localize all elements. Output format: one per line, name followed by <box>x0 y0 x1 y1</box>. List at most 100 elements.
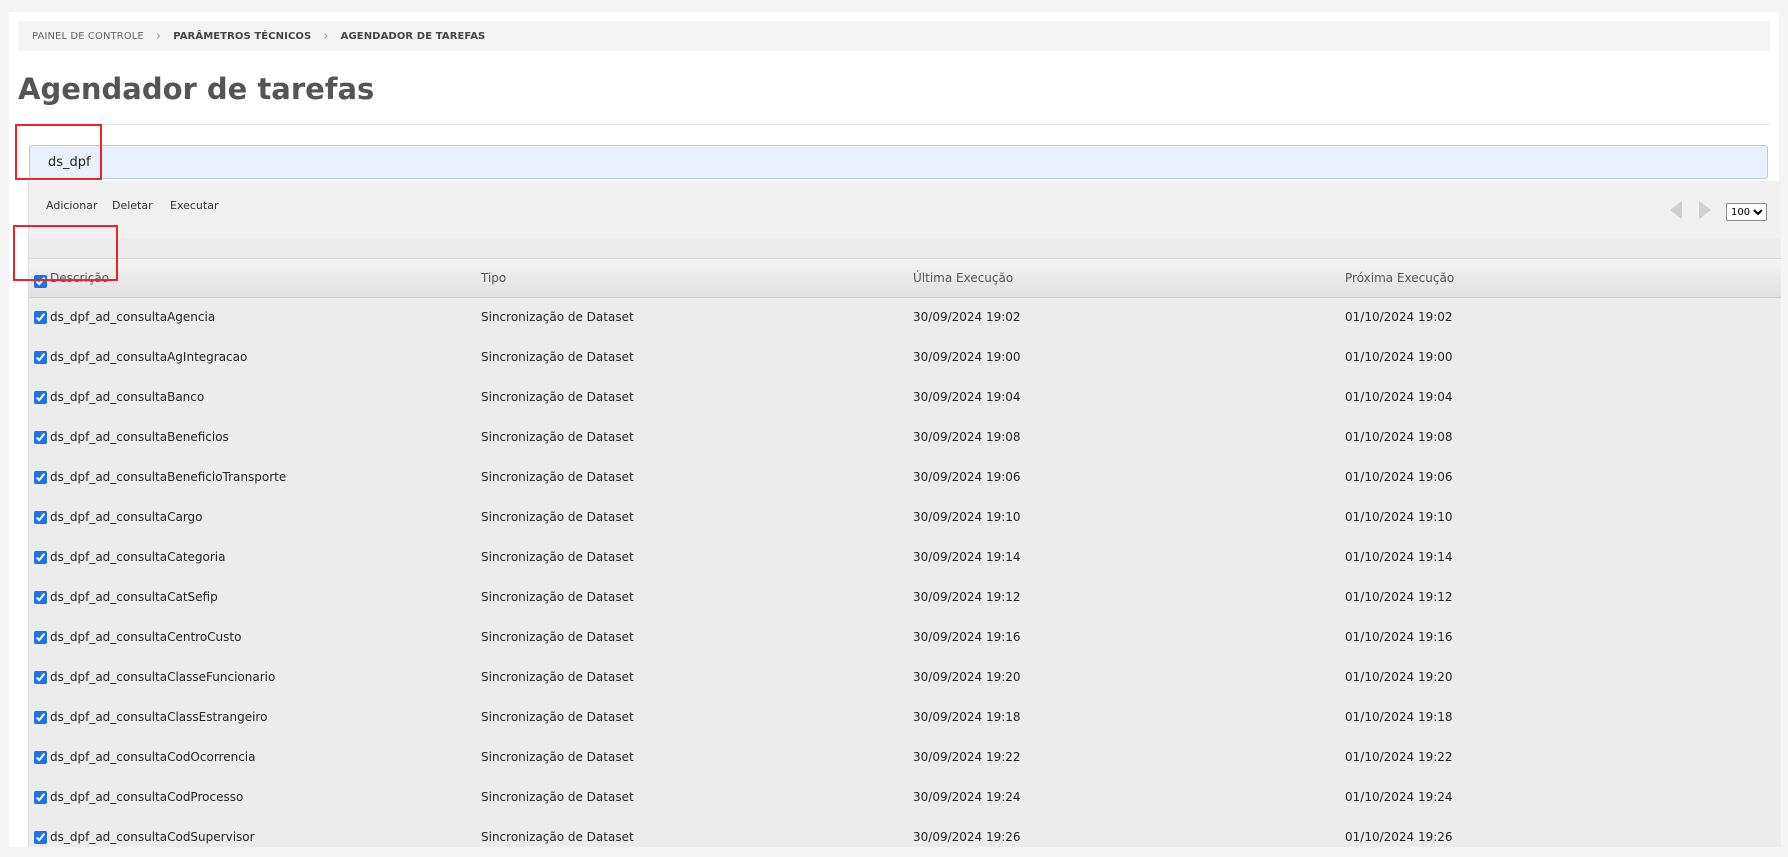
cell-proxima-execucao: 01/10/2024 19:26 <box>1345 830 1453 844</box>
row-checkbox-wrap <box>34 389 47 408</box>
cell-tipo: Sincronização de Dataset <box>481 430 634 444</box>
cell-ultima-execucao: 30/09/2024 19:24 <box>913 790 1021 804</box>
cell-descricao: ds_dpf_ad_consultaCentroCusto <box>50 630 242 644</box>
cell-descricao: ds_dpf_ad_consultaBeneficioTransporte <box>50 470 287 484</box>
cell-proxima-execucao: 01/10/2024 19:08 <box>1345 430 1453 444</box>
row-checkbox-wrap <box>34 309 47 328</box>
row-checkbox-wrap <box>34 749 47 768</box>
cell-tipo: Sincronização de Dataset <box>481 710 634 724</box>
table-row[interactable]: ds_dpf_ad_consultaCentroCusto Sincronizaç… <box>29 617 1781 657</box>
table-row[interactable]: ds_dpf_ad_consultaCodSupervisor Sincroniz… <box>29 817 1781 857</box>
cell-tipo: Sincronização de Dataset <box>481 390 634 404</box>
row-checkbox-wrap <box>34 349 47 368</box>
table-row[interactable]: ds_dpf_ad_consultaAgencia Sincronização d… <box>29 297 1781 337</box>
cell-proxima-execucao: 01/10/2024 19:20 <box>1345 670 1453 684</box>
page-size-select[interactable]: 100 <box>1726 203 1767 221</box>
table-row[interactable]: ds_dpf_ad_consultaBanco Sincronização de … <box>29 377 1781 417</box>
table-row[interactable]: ds_dpf_ad_consultaCodOcorrencia Sincroniz… <box>29 737 1781 777</box>
next-page-icon[interactable] <box>1699 201 1711 219</box>
row-checkbox[interactable] <box>34 831 47 844</box>
row-checkbox[interactable] <box>34 311 47 324</box>
row-checkbox-wrap <box>34 829 47 848</box>
row-checkbox[interactable] <box>34 431 47 444</box>
delete-button[interactable]: Deletar <box>112 199 153 212</box>
cell-ultima-execucao: 30/09/2024 19:02 <box>913 310 1021 324</box>
cell-proxima-execucao: 01/10/2024 19:04 <box>1345 390 1453 404</box>
table-row[interactable]: ds_dpf_ad_consultaCatSefip Sincronização … <box>29 577 1781 617</box>
column-header-proxima-execucao[interactable]: Próxima Execução <box>1345 271 1454 285</box>
table-row[interactable]: ds_dpf_ad_consultaClasseFuncionario Sincr… <box>29 657 1781 697</box>
column-header-descricao[interactable]: Descrição <box>50 271 109 285</box>
cell-ultima-execucao: 30/09/2024 19:14 <box>913 550 1021 564</box>
cell-proxima-execucao: 01/10/2024 19:22 <box>1345 750 1453 764</box>
cell-descricao: ds_dpf_ad_consultaCodSupervisor <box>50 830 255 844</box>
cell-descricao: ds_dpf_ad_consultaAgIntegracao <box>50 350 248 364</box>
row-checkbox-wrap <box>34 709 47 728</box>
column-header-tipo[interactable]: Tipo <box>481 271 506 285</box>
row-checkbox[interactable] <box>34 471 47 484</box>
row-checkbox-wrap <box>34 629 47 648</box>
row-checkbox-wrap <box>34 509 47 528</box>
chevron-right-icon: › <box>323 28 329 44</box>
row-checkbox[interactable] <box>34 711 47 724</box>
page-container: PAINEL DE CONTROLE › PARÂMETROS TÉCNICOS… <box>9 12 1781 847</box>
cell-tipo: Sincronização de Dataset <box>481 670 634 684</box>
table-row[interactable]: ds_dpf_ad_consultaCategoria Sincronização… <box>29 537 1781 577</box>
cell-proxima-execucao: 01/10/2024 19:06 <box>1345 470 1453 484</box>
cell-ultima-execucao: 30/09/2024 19:18 <box>913 710 1021 724</box>
table-row[interactable]: ds_dpf_ad_consultaAgIntegracao Sincroniza… <box>29 337 1781 377</box>
table-row[interactable]: ds_dpf_ad_consultaCargo Sincronização de … <box>29 497 1781 537</box>
table-row[interactable]: ds_dpf_ad_consultaClassEstrangeiro Sincro… <box>29 697 1781 737</box>
cell-ultima-execucao: 30/09/2024 19:12 <box>913 590 1021 604</box>
cell-descricao: ds_dpf_ad_consultaCodProcesso <box>50 790 244 804</box>
cell-proxima-execucao: 01/10/2024 19:12 <box>1345 590 1453 604</box>
cell-descricao: ds_dpf_ad_consultaBeneficios <box>50 430 229 444</box>
row-checkbox[interactable] <box>34 671 47 684</box>
table-row[interactable]: ds_dpf_ad_consultaBeneficios Sincronizaçã… <box>29 417 1781 457</box>
previous-page-icon[interactable] <box>1670 201 1682 219</box>
cell-ultima-execucao: 30/09/2024 19:20 <box>913 670 1021 684</box>
row-checkbox-wrap <box>34 789 47 808</box>
cell-proxima-execucao: 01/10/2024 19:14 <box>1345 550 1453 564</box>
cell-ultima-execucao: 30/09/2024 19:06 <box>913 470 1021 484</box>
cell-proxima-execucao: 01/10/2024 19:16 <box>1345 630 1453 644</box>
cell-tipo: Sincronização de Dataset <box>481 590 634 604</box>
row-checkbox-wrap <box>34 589 47 608</box>
select-all-checkbox[interactable] <box>34 275 47 288</box>
cell-ultima-execucao: 30/09/2024 19:08 <box>913 430 1021 444</box>
execute-button[interactable]: Executar <box>170 199 219 212</box>
table-row[interactable]: ds_dpf_ad_consultaCodProcesso Sincronizaç… <box>29 777 1781 817</box>
row-checkbox[interactable] <box>34 591 47 604</box>
cell-descricao: ds_dpf_ad_consultaCodOcorrencia <box>50 750 256 764</box>
row-checkbox-wrap <box>34 669 47 688</box>
cell-descricao: ds_dpf_ad_consultaCategoria <box>50 550 226 564</box>
cell-tipo: Sincronização de Dataset <box>481 310 634 324</box>
breadcrumb: PAINEL DE CONTROLE › PARÂMETROS TÉCNICOS… <box>18 21 1770 51</box>
cell-tipo: Sincronização de Dataset <box>481 470 634 484</box>
add-button[interactable]: Adicionar <box>46 199 97 212</box>
search-input[interactable] <box>29 145 1768 179</box>
cell-proxima-execucao: 01/10/2024 19:02 <box>1345 310 1453 324</box>
row-checkbox[interactable] <box>34 511 47 524</box>
row-checkbox[interactable] <box>34 391 47 404</box>
cell-tipo: Sincronização de Dataset <box>481 510 634 524</box>
cell-descricao: ds_dpf_ad_consultaClassEstrangeiro <box>50 710 268 724</box>
column-header-ultima-execucao[interactable]: Última Execução <box>913 271 1013 285</box>
row-checkbox-wrap <box>34 549 47 568</box>
breadcrumb-item-parametros[interactable]: PARÂMETROS TÉCNICOS <box>169 31 315 42</box>
cell-tipo: Sincronização de Dataset <box>481 630 634 644</box>
cell-proxima-execucao: 01/10/2024 19:10 <box>1345 510 1453 524</box>
cell-ultima-execucao: 30/09/2024 19:00 <box>913 350 1021 364</box>
cell-ultima-execucao: 30/09/2024 19:26 <box>913 830 1021 844</box>
row-checkbox[interactable] <box>34 791 47 804</box>
row-checkbox[interactable] <box>34 551 47 564</box>
row-checkbox-wrap <box>34 469 47 488</box>
row-checkbox[interactable] <box>34 751 47 764</box>
cell-ultima-execucao: 30/09/2024 19:16 <box>913 630 1021 644</box>
breadcrumb-item-painel[interactable]: PAINEL DE CONTROLE <box>18 31 148 42</box>
row-checkbox[interactable] <box>34 631 47 644</box>
table-row[interactable]: ds_dpf_ad_consultaBeneficioTransporte Sin… <box>29 457 1781 497</box>
row-checkbox[interactable] <box>34 351 47 364</box>
cell-descricao: ds_dpf_ad_consultaBanco <box>50 390 205 404</box>
grid-toolbar: Adicionar Deletar Executar 100 <box>29 181 1781 238</box>
